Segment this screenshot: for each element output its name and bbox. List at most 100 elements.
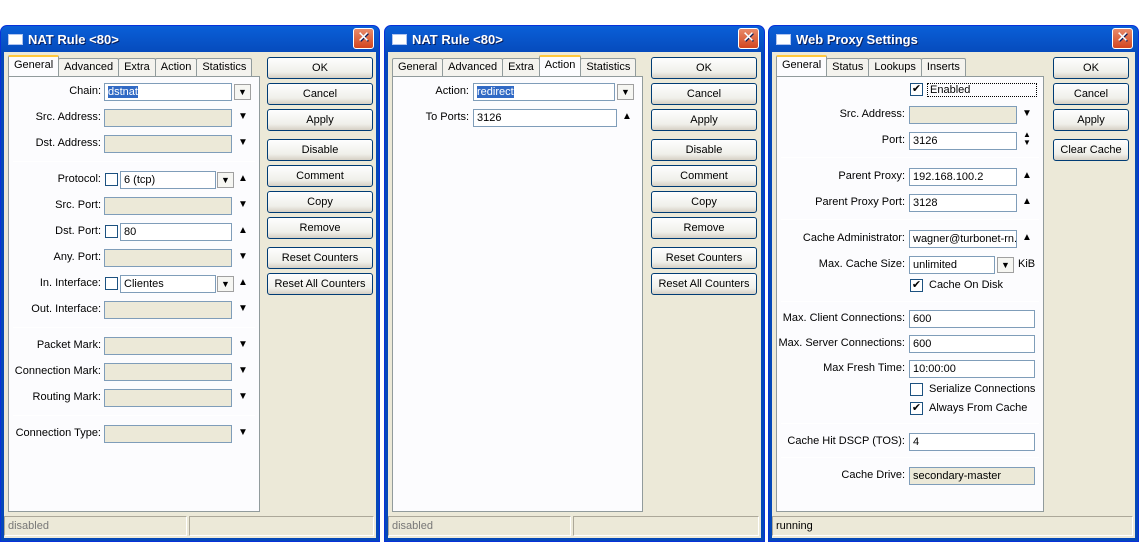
expand-down-icon[interactable]: ▼ (237, 251, 249, 262)
src-port-field[interactable] (104, 197, 232, 215)
tab-inserts[interactable]: Inserts (920, 58, 966, 76)
serialize-conn-checkbox[interactable] (910, 383, 923, 396)
ok-button[interactable]: OK (267, 57, 373, 79)
tab-advanced[interactable]: Advanced (58, 58, 120, 76)
window-titlebar[interactable]: NAT Rule <80> ✕ (4, 26, 376, 52)
cache-hit-dscp-field[interactable]: 4 (909, 433, 1035, 451)
remove-button[interactable]: Remove (651, 217, 757, 239)
chevron-down-icon[interactable]: ▼ (617, 84, 634, 100)
copy-button[interactable]: Copy (651, 191, 757, 213)
max-cache-size-field[interactable]: unlimited (909, 256, 995, 274)
chevron-down-icon[interactable]: ▼ (997, 257, 1014, 273)
packet-mark-field[interactable] (104, 337, 232, 355)
tab-statistics[interactable]: Statistics (580, 58, 637, 76)
apply-button[interactable]: Apply (651, 109, 757, 131)
remove-button[interactable]: Remove (267, 217, 373, 239)
disable-button[interactable]: Disable (651, 139, 757, 161)
close-icon[interactable]: ✕ (1112, 28, 1133, 49)
tab-extra[interactable]: Extra (118, 58, 156, 76)
in-interface-field[interactable]: Clientes (120, 275, 216, 293)
parent-proxy-field[interactable]: 192.168.100.2 (909, 168, 1017, 186)
tab-advanced[interactable]: Advanced (442, 58, 504, 76)
cancel-button[interactable]: Cancel (267, 83, 373, 105)
collapse-up-icon[interactable]: ▲ (621, 111, 633, 122)
expand-down-icon[interactable]: ▼ (237, 365, 249, 376)
max-fresh-time-field[interactable]: 10:00:00 (909, 360, 1035, 378)
spinner-icon[interactable]: ▲ ▼ (1021, 131, 1033, 147)
ok-button[interactable]: OK (1053, 57, 1129, 79)
collapse-up-icon[interactable]: ▲ (237, 225, 249, 236)
tab-extra[interactable]: Extra (502, 58, 540, 76)
collapse-up-icon[interactable]: ▲ (237, 277, 249, 288)
max-server-conn-field[interactable]: 600 (909, 335, 1035, 353)
chevron-down-icon[interactable]: ▼ (234, 84, 251, 100)
tab-general[interactable]: General (392, 58, 444, 76)
reset-all-counters-button[interactable]: Reset All Counters (651, 273, 757, 295)
copy-button[interactable]: Copy (267, 191, 373, 213)
comment-button[interactable]: Comment (267, 165, 373, 187)
expand-down-icon[interactable]: ▼ (237, 427, 249, 438)
apply-button[interactable]: Apply (1053, 109, 1129, 131)
enabled-checkbox[interactable]: ✔ (910, 83, 923, 96)
dst-port-negate-checkbox[interactable] (105, 225, 118, 238)
action-field[interactable]: redirect (473, 83, 615, 101)
cache-drive-field[interactable]: secondary-master (909, 467, 1035, 485)
max-client-conn-field[interactable]: 600 (909, 310, 1035, 328)
expand-down-icon[interactable]: ▼ (237, 111, 249, 122)
protocol-field[interactable]: 6 (tcp) (120, 171, 216, 189)
chevron-down-icon[interactable]: ▼ (217, 276, 234, 292)
reset-all-counters-button[interactable]: Reset All Counters (267, 273, 373, 295)
cancel-button[interactable]: Cancel (651, 83, 757, 105)
dst-address-field[interactable] (104, 135, 232, 153)
out-interface-field[interactable] (104, 301, 232, 319)
collapse-up-icon[interactable]: ▲ (237, 173, 249, 184)
expand-down-icon[interactable]: ▼ (237, 339, 249, 350)
close-icon[interactable]: ✕ (353, 28, 374, 49)
reset-counters-button[interactable]: Reset Counters (651, 247, 757, 269)
protocol-negate-checkbox[interactable] (105, 173, 118, 186)
in-interface-negate-checkbox[interactable] (105, 277, 118, 290)
parent-proxy-port-field[interactable]: 3128 (909, 194, 1017, 212)
connection-mark-label: Connection Mark: (14, 365, 101, 377)
tab-statistics[interactable]: Statistics (196, 58, 253, 76)
window-titlebar[interactable]: Web Proxy Settings ✕ (772, 26, 1135, 52)
src-address-field[interactable] (909, 106, 1017, 124)
expand-down-icon[interactable]: ▼ (1021, 108, 1033, 119)
chevron-down-icon[interactable]: ▼ (217, 172, 234, 188)
close-icon[interactable]: ✕ (738, 28, 759, 49)
expand-down-icon[interactable]: ▼ (237, 391, 249, 402)
any-port-field[interactable] (104, 249, 232, 267)
to-ports-field[interactable]: 3126 (473, 109, 617, 127)
ok-button[interactable]: OK (651, 57, 757, 79)
expand-down-icon[interactable]: ▼ (237, 137, 249, 148)
tab-lookups[interactable]: Lookups (868, 58, 922, 76)
chain-field[interactable]: dstnat (104, 83, 232, 101)
tab-general[interactable]: General (8, 55, 60, 76)
tab-action[interactable]: Action (538, 55, 582, 76)
cache-admin-field[interactable]: wagner@turbonet-rn. (909, 230, 1017, 248)
always-from-cache-checkbox[interactable]: ✔ (910, 402, 923, 415)
src-address-field[interactable] (104, 109, 232, 127)
apply-button[interactable]: Apply (267, 109, 373, 131)
reset-counters-button[interactable]: Reset Counters (267, 247, 373, 269)
expand-down-icon[interactable]: ▼ (237, 303, 249, 314)
clear-cache-button[interactable]: Clear Cache (1053, 139, 1129, 161)
routing-mark-field[interactable] (104, 389, 232, 407)
port-field[interactable]: 3126 (909, 132, 1017, 150)
disable-button[interactable]: Disable (267, 139, 373, 161)
cancel-button[interactable]: Cancel (1053, 83, 1129, 105)
window-titlebar[interactable]: NAT Rule <80> ✕ (388, 26, 761, 52)
dst-port-field[interactable]: 80 (120, 223, 232, 241)
tab-status[interactable]: Status (826, 58, 870, 76)
connection-mark-field[interactable] (104, 363, 232, 381)
cache-on-disk-checkbox[interactable]: ✔ (910, 279, 923, 292)
collapse-up-icon[interactable]: ▲ (1021, 232, 1033, 243)
enabled-label[interactable]: Enabled (927, 83, 1037, 97)
expand-down-icon[interactable]: ▼ (237, 199, 249, 210)
connection-type-field[interactable] (104, 425, 232, 443)
collapse-up-icon[interactable]: ▲ (1021, 196, 1033, 207)
tab-action[interactable]: Action (154, 58, 198, 76)
collapse-up-icon[interactable]: ▲ (1021, 170, 1033, 181)
tab-general[interactable]: General (776, 55, 828, 76)
comment-button[interactable]: Comment (651, 165, 757, 187)
